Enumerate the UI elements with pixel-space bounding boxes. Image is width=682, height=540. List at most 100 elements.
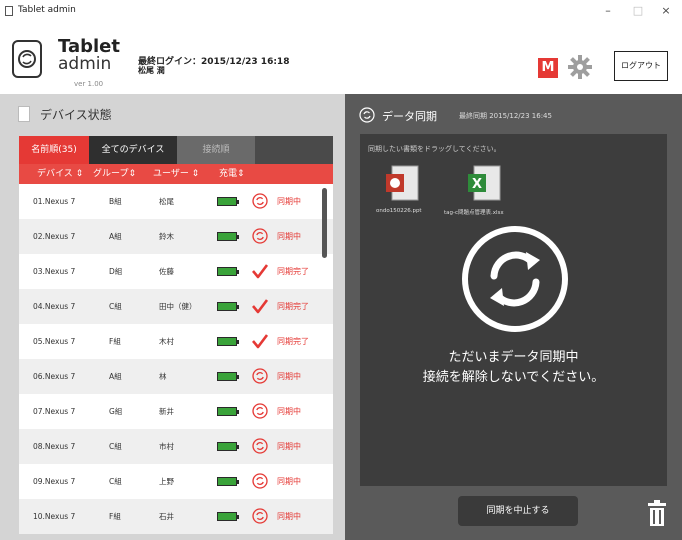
- panel-title: デバイス状態: [40, 108, 112, 122]
- version-label: ver 1.00: [74, 80, 104, 88]
- app-header: Tablet admin ver 1.00 最終ログイン：2015/12/23 …: [0, 24, 682, 94]
- drop-hint: 同期したい書類をドラッグしてください。: [368, 145, 501, 153]
- battery-icon: [217, 442, 239, 451]
- data-sync-panel: データ同期 最終同期 2015/12/23 16:45 同期したい書類をドラッグ…: [345, 94, 682, 540]
- table-row[interactable]: 10.Nexus 7 F組 石井 同期中: [19, 499, 333, 534]
- table-row[interactable]: 06.Nexus 7 A組 林 同期中: [19, 359, 333, 394]
- group-name: C組: [109, 442, 122, 451]
- app-icon: [5, 6, 13, 16]
- sync-status: 同期中: [277, 232, 301, 241]
- excel-file-icon[interactable]: X: [464, 164, 508, 204]
- table-row[interactable]: 04.Nexus 7 C組 田中（健） 同期完了: [19, 289, 333, 324]
- device-name: 05.Nexus 7: [33, 337, 76, 346]
- group-name: F組: [109, 512, 121, 521]
- maximize-button[interactable]: □: [624, 2, 652, 20]
- scrollbar[interactable]: [322, 188, 327, 258]
- table-row[interactable]: 09.Nexus 7 C組 上野 同期中: [19, 464, 333, 499]
- device-name: 07.Nexus 7: [33, 407, 76, 416]
- table-row[interactable]: 02.Nexus 7 A組 鈴木 同期中: [19, 219, 333, 254]
- sync-status: 同期中: [277, 442, 301, 451]
- logout-button[interactable]: ログアウト: [614, 51, 668, 81]
- table-header: デバイス ⇕ グループ⇕ ユーザー ⇕ 充電⇕: [19, 164, 333, 184]
- trash-icon[interactable]: [645, 499, 669, 527]
- file-name: tag-c問題点管理表.xlsx: [444, 210, 504, 216]
- logo-subtitle: admin: [58, 54, 112, 74]
- sync-status: 同期完了: [277, 337, 309, 346]
- powerpoint-file-icon[interactable]: [382, 164, 426, 204]
- battery-icon: [217, 512, 239, 521]
- sync-status: 同期完了: [277, 302, 309, 311]
- group-name: G組: [109, 407, 123, 416]
- device-name: 09.Nexus 7: [33, 477, 76, 486]
- group-name: D組: [109, 267, 123, 276]
- battery-icon: [217, 302, 239, 311]
- battery-icon: [217, 267, 239, 276]
- battery-icon: [217, 372, 239, 381]
- sync-status-icon: [252, 438, 268, 454]
- device-name: 08.Nexus 7: [33, 442, 76, 451]
- title-bar: Tablet admin – □ ×: [0, 0, 682, 24]
- battery-icon: [217, 232, 239, 241]
- file-drop-zone[interactable]: 同期したい書類をドラッグしてください。 ondo150226.ppt X tag…: [360, 134, 667, 486]
- gear-icon[interactable]: [566, 53, 594, 81]
- tablet-icon: [18, 106, 30, 122]
- user-name-cell: 木村: [159, 337, 174, 346]
- device-name: 06.Nexus 7: [33, 372, 76, 381]
- tab-all-devices[interactable]: 全てのデバイス: [89, 136, 177, 164]
- group-name: A組: [109, 232, 122, 241]
- group-name: C組: [109, 302, 122, 311]
- sync-status-icon: [252, 403, 268, 419]
- col-device[interactable]: デバイス ⇕: [37, 164, 83, 184]
- battery-icon: [217, 197, 239, 206]
- device-status-panel: デバイス状態 名前順(35) 全てのデバイス 接続順 デバイス ⇕ グループ⇕ …: [0, 94, 345, 540]
- table-row[interactable]: 08.Nexus 7 C組 市村 同期中: [19, 429, 333, 464]
- battery-icon: [217, 337, 239, 346]
- sync-status: 同期中: [277, 407, 301, 416]
- user-name-cell: 佐藤: [159, 267, 174, 276]
- device-list: 01.Nexus 7 B組 松尾 同期中 02.Nexus 7 A組 鈴木 同期中 03.Nex…: [19, 184, 333, 534]
- user-name-cell: 林: [159, 372, 167, 381]
- user-name-cell: 市村: [159, 442, 174, 451]
- table-row[interactable]: 03.Nexus 7 D組 佐藤 同期完了: [19, 254, 333, 289]
- close-button[interactable]: ×: [652, 2, 680, 20]
- svg-text:X: X: [472, 177, 482, 192]
- col-user[interactable]: ユーザー ⇕: [153, 164, 199, 184]
- table-row[interactable]: 05.Nexus 7 F組 木村 同期完了: [19, 324, 333, 359]
- sync-status: 同期完了: [277, 267, 309, 276]
- user-name-cell: 田中（健）: [159, 302, 197, 311]
- sync-status: 同期中: [277, 512, 301, 521]
- device-name: 10.Nexus 7: [33, 512, 76, 521]
- user-name-cell: 新井: [159, 407, 174, 416]
- last-sync-time: 最終同期 2015/12/23 16:45: [459, 112, 552, 120]
- group-name: B組: [109, 197, 122, 206]
- group-name: C組: [109, 477, 122, 486]
- sync-status-icon: [252, 368, 268, 384]
- sync-title: データ同期: [382, 110, 437, 123]
- sync-warning: 接続を解除しないでください。: [422, 370, 605, 385]
- tab-connect-order[interactable]: 接続順: [177, 136, 255, 164]
- device-name: 01.Nexus 7: [33, 197, 76, 206]
- minimize-button[interactable]: –: [594, 2, 622, 20]
- tab-name-order[interactable]: 名前順(35): [19, 136, 89, 164]
- user-name-cell: 鈴木: [159, 232, 174, 241]
- user-name-cell: 石井: [159, 512, 174, 521]
- device-name: 04.Nexus 7: [33, 302, 76, 311]
- table-row[interactable]: 01.Nexus 7 B組 松尾 同期中: [19, 184, 333, 219]
- checkmark-icon: [252, 333, 269, 349]
- group-name: F組: [109, 337, 121, 346]
- table-row[interactable]: 07.Nexus 7 G組 新井 同期中: [19, 394, 333, 429]
- big-sync-icon: [460, 224, 570, 334]
- device-name: 03.Nexus 7: [33, 267, 76, 276]
- battery-icon: [217, 407, 239, 416]
- stop-sync-button[interactable]: 同期を中止する: [458, 496, 578, 526]
- col-charge[interactable]: 充電⇕: [219, 164, 245, 184]
- user-name-cell: 松尾: [159, 197, 174, 206]
- sync-status: 同期中: [277, 477, 301, 486]
- sync-status: 同期中: [277, 197, 301, 206]
- sync-status: 同期中: [277, 372, 301, 381]
- col-group[interactable]: グループ⇕: [93, 164, 136, 184]
- sync-status-icon: [252, 508, 268, 524]
- window-title: Tablet admin: [18, 5, 76, 15]
- sync-icon: [359, 107, 375, 123]
- m-badge-button[interactable]: M: [538, 58, 558, 78]
